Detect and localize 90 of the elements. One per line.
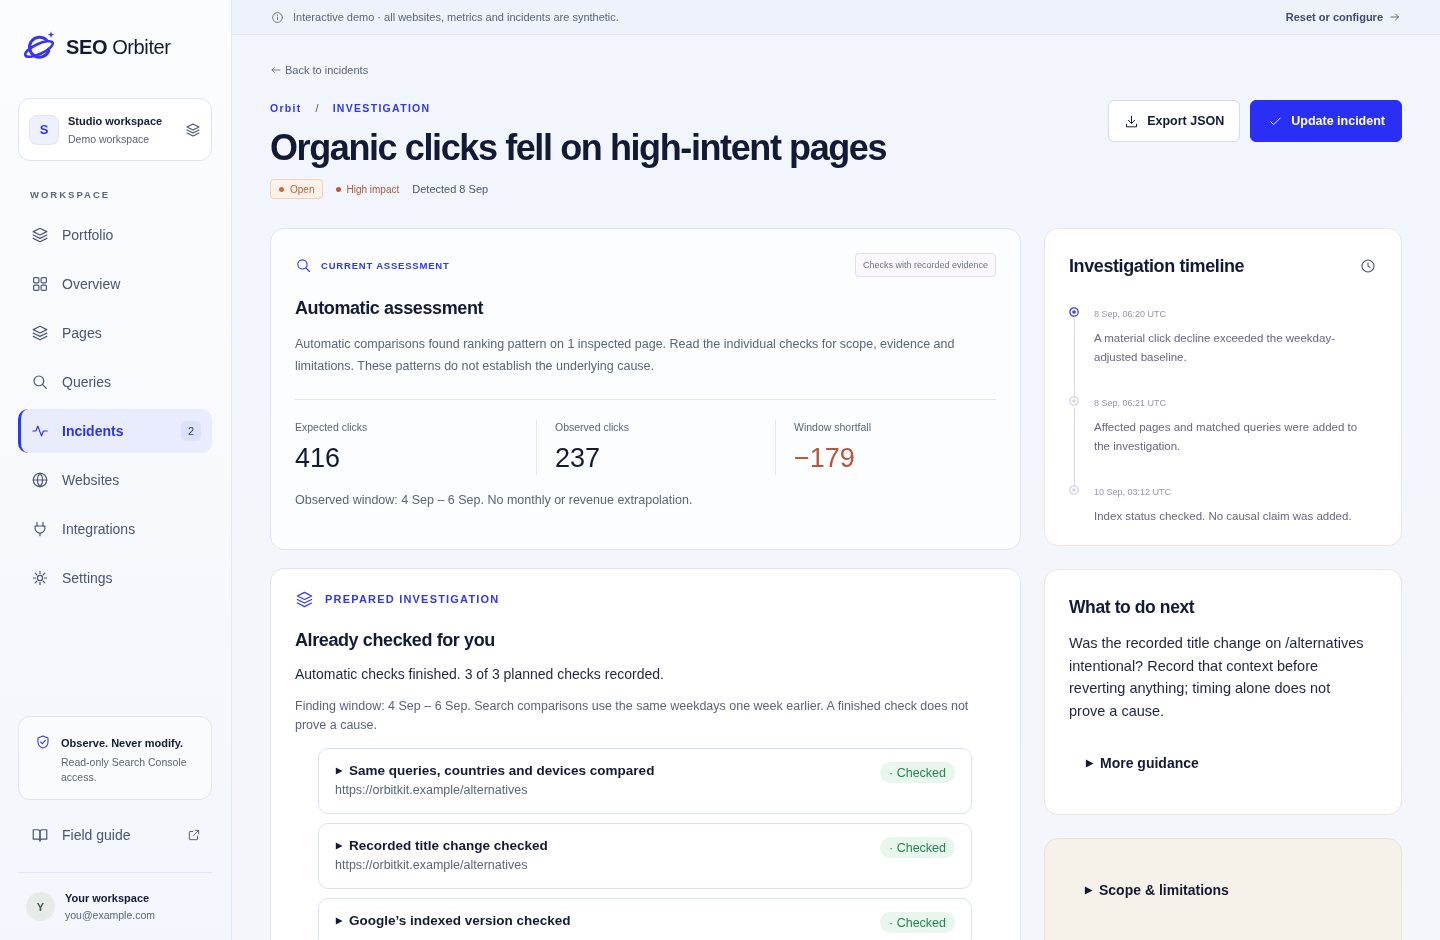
more-guidance-toggle[interactable]: More guidance [1085,753,1199,773]
check-item[interactable]: Google’s indexed version checked · Checked [318,898,972,940]
nav-item[interactable]: Overview [18,262,212,306]
metric-value: 237 [555,442,601,475]
back-link[interactable]: Back to incidents [270,62,369,78]
notice-title: Observe. Never modify. [61,736,185,750]
check-title: Same queries, countries and devices compared [349,762,655,780]
event-time: 8 Sep, 06:21 UTC [1094,397,1168,410]
check-title: Recorded title change checked [349,837,548,855]
layers-icon [31,324,49,342]
evidence-tag: Checks with recorded evidence [854,253,996,277]
guidance-text: Was the recorded title change on /alternatives intentional? Record that context before reverting anything; timing alone does not prove a cause. [1069,634,1365,721]
settings-icon [31,569,49,587]
finding-note: Finding window: 4 Sep – 6 Sep. Search comparisons use the same weekdays one week earlier. A finished check does not prove a cause. [295,698,970,734]
check-title: Google’s indexed version checked [349,912,571,930]
external-link-icon [187,828,201,842]
detected-date: Detected 8 Sep [412,183,489,195]
workspace-subtitle: Demo workspace [68,132,151,145]
count-badge: 2 [181,421,201,441]
download-icon [1124,113,1140,129]
breadcrumb-link[interactable]: Orbit [270,100,302,116]
status-dot-icon [279,186,284,192]
check-status-pill: · Checked [880,762,955,783]
check-item[interactable]: Recorded title change checked https://orbitkit.example/alternatives · Checked [318,823,972,889]
event-text: A material click decline exceeded the weekday-adjusted baseline. [1094,331,1336,365]
section-label: CURRENT ASSESSMENT [321,259,450,271]
check-status-pill: · Checked [880,837,955,858]
field-guide-link[interactable]: Field guide [18,813,212,857]
user-name: Your workspace [65,892,151,904]
nav-item[interactable]: Portfolio [18,213,212,257]
assessment-text: Automatic comparisons found ranking pattern on 1 inspected page. Read the individual checks for scope, evidence and limitations. These patterns do not establish the underlying cause. [295,333,996,400]
banner-text: Interactive demo · all websites, metrics and incidents are synthetic. [293,11,619,23]
window-note: Observed window: 4 Sep – 6 Sep. No monthly or revenue extrapolation. [295,492,694,509]
notice-text: Read-only Search Console access. [61,755,188,785]
breadcrumb-current[interactable]: INVESTIGATION [332,100,431,116]
shield-check-icon [35,734,51,750]
info-icon [271,10,284,24]
nav-item[interactable]: Pages [18,311,212,355]
layers-icon [31,226,49,244]
user-email: you@example.com [65,909,156,921]
section-label: PREPARED INVESTIGATION [325,593,500,605]
check-item[interactable]: Same queries, countries and devices compared https://orbitkit.example/alternatives · Checked [318,748,972,814]
metric-label: Observed clicks [555,420,631,434]
user-avatar: Y [26,892,55,921]
workspace-avatar: S [29,114,59,145]
book-icon [31,826,49,844]
card-title: What to do next [1069,596,1196,619]
impact-dot-icon [336,186,342,192]
event-time: 10 Sep, 03:12 UTC [1094,486,1173,499]
brand-name: SEO Orbiter [66,35,171,59]
page-title: Organic clicks fell on high-intent pages [270,126,887,170]
search-icon [295,256,312,274]
metric-label: Window shortfall [794,420,873,434]
event-text: Index status checked. No causal claim was added. [1094,509,1352,524]
metric-value: −179 [794,442,855,475]
card-title: Already checked for you [295,629,496,652]
globe-icon [31,471,49,489]
nav-item[interactable]: Incidents 2 [18,409,212,453]
plug-icon [31,520,49,538]
nav-item[interactable]: Websites [18,458,212,502]
reset-link[interactable]: Reset or configure [1285,11,1401,23]
clock-icon [1360,258,1376,274]
update-button[interactable]: Update incident [1250,100,1402,142]
scope-toggle[interactable]: Scope & limitations [1084,880,1229,900]
metric-value: 416 [295,442,341,475]
export-button[interactable]: Export JSON [1108,100,1241,142]
nav-item[interactable]: Settings [18,556,212,600]
event-text: Affected pages and matched queries were added to the investigation. [1094,420,1359,454]
card-title: Automatic assessment [295,297,485,320]
event-time: 8 Sep, 06:20 UTC [1094,308,1168,321]
status-text: Open [290,183,315,195]
search-icon [31,373,49,391]
section-label: WORKSPACE [29,188,112,202]
nav-item[interactable]: Queries [18,360,212,404]
impact-label: High impact [346,183,400,195]
check-status-pill: · Checked [880,912,955,933]
workspace-card[interactable]: S Studio workspace Demo workspace [18,98,212,161]
layers-icon [185,121,201,138]
check-url: https://orbitkit.example/alternatives [335,782,529,799]
summary-text: Automatic checks finished. 3 of 3 planned checks recorded. [295,665,665,684]
metric-label: Expected clicks [295,420,369,434]
grid-icon [31,275,49,293]
workspace-name: Studio workspace [68,114,164,127]
check-url: https://orbitkit.example/alternatives [335,857,529,874]
card-title: Investigation timeline [1069,255,1245,278]
arrow-left-icon [270,64,282,76]
arrow-right-icon [1389,11,1401,23]
breadcrumb-separator: / [315,101,319,116]
layers-icon [295,589,314,609]
nav-item[interactable]: Integrations [18,507,212,551]
